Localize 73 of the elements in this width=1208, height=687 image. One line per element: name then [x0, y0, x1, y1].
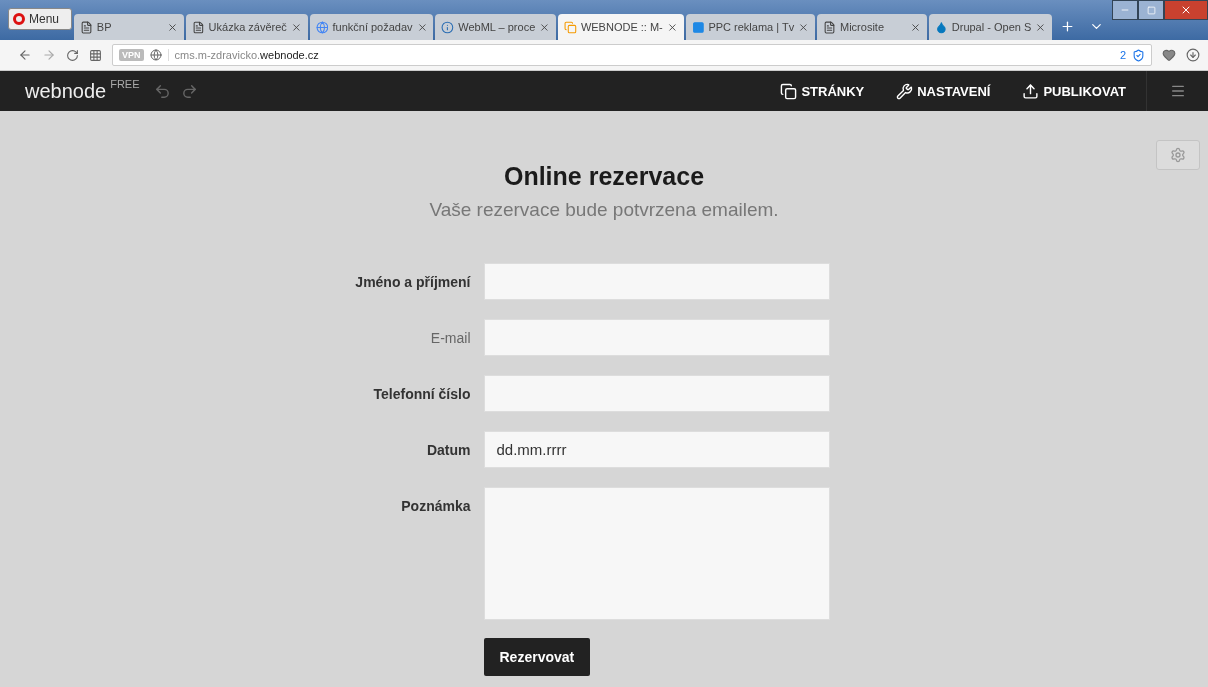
wrench-icon — [896, 82, 914, 100]
globe-icon — [149, 49, 162, 61]
close-icon[interactable] — [798, 21, 809, 33]
tab-title: WEBNODE :: M- — [580, 21, 663, 33]
page-icon — [823, 20, 836, 34]
reload-icon[interactable] — [66, 48, 79, 62]
toolbar-button[interactable]: STRÁNKY — [780, 82, 865, 100]
webnode-logo: webnode — [25, 79, 107, 103]
browser-tab[interactable]: WEBNODE :: M- — [558, 14, 684, 40]
tab-title: WebML – proce — [458, 21, 536, 33]
redo-icon[interactable] — [180, 82, 198, 100]
tab-title: BP — [96, 21, 113, 33]
info-icon — [441, 20, 455, 34]
close-icon[interactable] — [666, 21, 678, 33]
address-bar[interactable]: VPN cms.m-zdravicko.webnode.cz 2 — [112, 44, 1152, 66]
field-label: Jméno a příjmení — [355, 273, 471, 292]
close-icon[interactable] — [290, 21, 302, 33]
menu-button[interactable]: Menu — [8, 8, 72, 30]
blocked-count: 2 — [1119, 49, 1126, 61]
url-text: cms.m-zdravicko.webnode.cz — [167, 49, 319, 61]
input-field[interactable] — [483, 319, 830, 356]
back-icon[interactable] — [18, 48, 32, 62]
download-icon[interactable] — [1186, 48, 1200, 62]
field-label: Poznámka — [401, 497, 471, 516]
globe-icon — [315, 20, 329, 34]
tab-title: Drupal - Open S — [951, 21, 1032, 33]
toolbar-button[interactable]: PUBLIKOVAT — [1022, 82, 1126, 100]
close-icon[interactable] — [166, 21, 178, 33]
upload-icon — [1022, 82, 1040, 100]
close-icon[interactable] — [910, 21, 921, 33]
speed-dial-icon[interactable] — [89, 48, 102, 62]
browser-tab[interactable]: PPC reklama | Tv — [685, 14, 815, 40]
form-title: Online rezervace — [503, 162, 705, 191]
plan-label: FREE — [110, 78, 140, 90]
toolbar-button[interactable]: NASTAVENÍ — [896, 82, 991, 100]
form-subtitle: Vaše rezervace bude potvrzena emailem. — [429, 199, 779, 221]
undo-icon[interactable] — [153, 82, 171, 100]
settings-icon — [1170, 147, 1186, 163]
field-label: E-mail — [430, 329, 471, 348]
close-icon — [1180, 4, 1192, 16]
squares-icon — [564, 20, 577, 34]
browser-tab[interactable]: Drupal - Open S — [929, 14, 1053, 40]
input-field[interactable]: dd.mm.rrrr — [483, 431, 830, 468]
field-label: Telefonní číslo — [373, 385, 471, 404]
tab-title: PPC reklama | Tv — [708, 21, 795, 33]
shield-icon[interactable] — [1132, 48, 1145, 62]
input-field[interactable] — [483, 375, 830, 412]
note-field[interactable] — [483, 487, 830, 620]
close-icon[interactable] — [1035, 21, 1047, 33]
menu-icon — [1169, 83, 1186, 99]
tab-title: Microsite — [840, 21, 885, 33]
browser-tab[interactable]: Microsite — [817, 14, 927, 40]
submit-button[interactable]: Rezervovat — [483, 638, 591, 676]
close-icon[interactable] — [539, 21, 551, 33]
field-label: Datum — [426, 441, 471, 460]
heart-icon[interactable] — [1162, 48, 1176, 62]
minimize-button[interactable] — [1112, 0, 1138, 20]
drop-icon — [935, 20, 948, 34]
restore-button[interactable] — [1138, 0, 1164, 20]
browser-tab[interactable]: WebML – proce — [435, 14, 557, 40]
close-icon[interactable] — [416, 21, 428, 33]
square-icon — [691, 20, 705, 34]
browser-tab[interactable]: Ukázka závěreč — [185, 14, 308, 40]
page-icon — [79, 20, 93, 34]
pages-icon — [780, 82, 798, 100]
restore-icon — [1146, 5, 1156, 15]
tab-title: Ukázka závěreč — [208, 21, 287, 33]
browser-tab[interactable]: BP — [73, 14, 184, 40]
page-icon — [191, 20, 205, 34]
tab-title: funkční požadav — [332, 21, 413, 33]
browser-tab[interactable]: funkční požadav — [309, 14, 434, 40]
input-field[interactable] — [483, 263, 830, 300]
opera-icon — [13, 13, 25, 25]
